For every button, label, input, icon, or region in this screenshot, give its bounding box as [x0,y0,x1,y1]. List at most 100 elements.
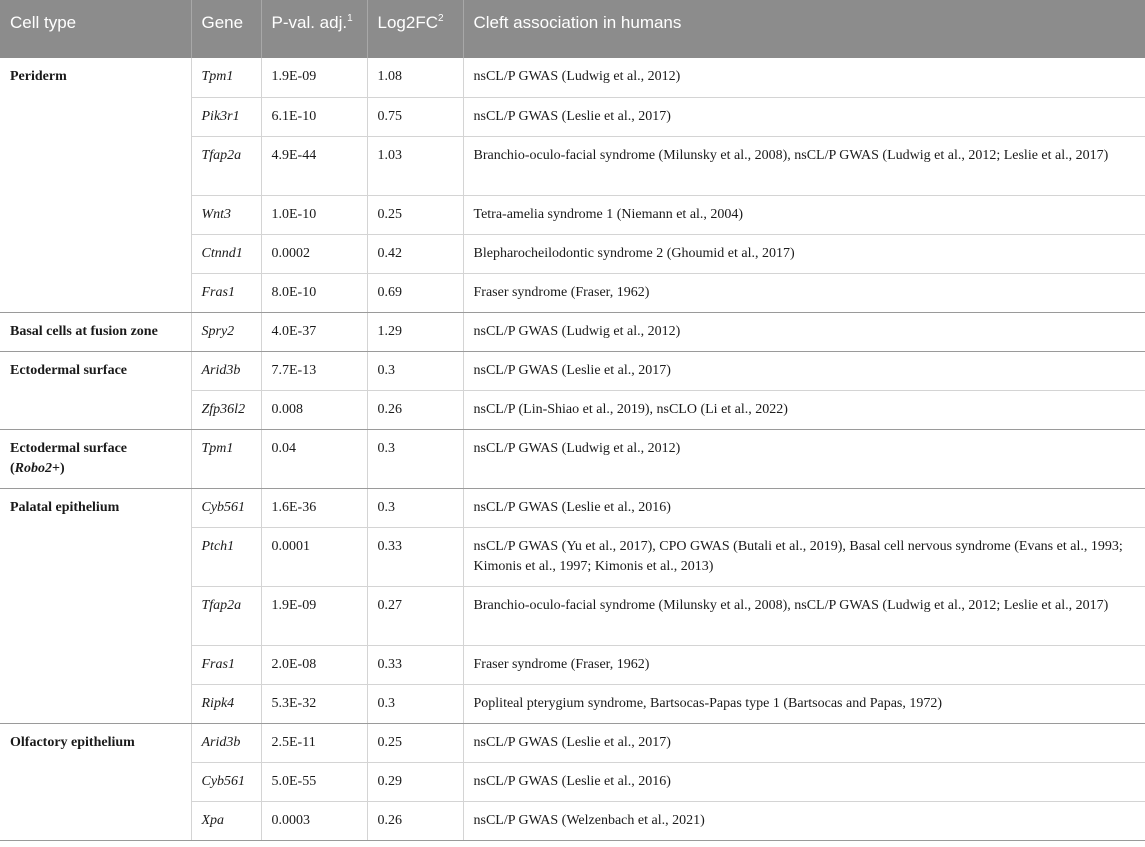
pval-cell: 0.04 [260,429,367,489]
gene-cell: Ptch1 [190,527,261,587]
cleft-cell: Blepharocheilodontic syndrome 2 (Ghoumid… [462,234,1145,274]
header-log2fc-text: Log2FC [377,13,438,32]
cleft-cell: Fraser syndrome (Fraser, 1962) [462,645,1145,685]
gene-cell: Ripk4 [190,684,261,724]
gene-cell: Spry2 [190,312,261,352]
gene-cell: Pik3r1 [190,97,261,137]
gene-cell: Tpm1 [190,58,261,98]
gene-cell: Arid3b [190,723,261,763]
gene-cell: Fras1 [190,645,261,685]
gene-cell: Arid3b [190,351,261,391]
cleft-cell: nsCL/P GWAS (Welzenbach et al., 2021) [462,801,1145,841]
header-cleft-association: Cleft association in humans [462,0,1145,58]
pval-cell: 0.008 [260,390,367,430]
log2fc-cell: 0.26 [366,801,463,841]
cell-type-line1: Ectodermal surface [10,440,128,456]
gene-cell: Cyb561 [190,488,261,528]
table-row: Ectodermal surface (Robo2+) Tpm1 0.04 0.3… [0,429,1145,489]
cell-type-paren-close: +) [52,460,65,476]
header-pval-footnote: 1 [347,13,353,24]
pval-cell: 2.0E-08 [260,645,367,685]
pval-cell: 8.0E-10 [260,273,367,313]
cleft-cell: Popliteal pterygium syndrome, Bartsocas-… [462,684,1145,724]
gene-cell: Wnt3 [190,195,261,235]
table-row: Olfactory epithelium Arid3b 2.5E-11 0.25… [0,723,1145,841]
cell-type-cell: Ectodermal surface (Robo2+) [0,429,191,489]
cleft-cell: nsCL/P GWAS (Ludwig et al., 2012) [462,312,1145,352]
table-body: Periderm Tpm1 1.9E-09 1.08 nsCL/P GWAS (… [0,58,1145,841]
header-cleft-text: Cleft association in humans [473,13,682,32]
cleft-cell: nsCL/P GWAS (Leslie et al., 2016) [462,488,1145,528]
cleft-cell: Branchio-oculo-facial syndrome (Milunsky… [462,136,1145,196]
cleft-cell: nsCL/P GWAS (Ludwig et al., 2012) [462,58,1145,98]
cell-type-cell: Periderm [0,58,191,313]
log2fc-cell: 0.33 [366,645,463,685]
log2fc-cell: 1.08 [366,58,463,98]
pval-cell: 1.9E-09 [260,58,367,98]
gene-cell: Xpa [190,801,261,841]
gene-cell: Cyb561 [190,762,261,802]
log2fc-cell: 0.25 [366,723,463,763]
log2fc-cell: 0.25 [366,195,463,235]
log2fc-cell: 0.3 [366,351,463,391]
pval-cell: 5.3E-32 [260,684,367,724]
header-log2fc-footnote: 2 [437,13,444,24]
cleft-cell: nsCL/P GWAS (Leslie et al., 2017) [462,97,1145,137]
cell-type-marker-gene: Robo2 [14,460,53,476]
cleft-cell: Branchio-oculo-facial syndrome (Milunsky… [462,586,1145,646]
table-row: Palatal epithelium Cyb561 1.6E-36 0.3 ns… [0,488,1145,724]
cleft-cell: nsCL/P (Lin-Shiao et al., 2019), nsCLO (… [462,390,1145,430]
log2fc-cell: 0.33 [366,527,463,587]
pval-cell: 0.0002 [260,234,367,274]
table-row: Basal cells at fusion zone Spry2 4.0E-37… [0,312,1145,352]
header-gene-text: Gene [201,13,244,32]
pval-cell: 7.7E-13 [260,351,367,391]
gene-cell: Fras1 [190,273,261,313]
cell-type-cell: Ectodermal surface [0,351,191,430]
log2fc-cell: 0.3 [366,429,463,489]
header-gene: Gene [190,0,261,58]
log2fc-cell: 0.3 [366,684,463,724]
cleft-cell: nsCL/P GWAS (Yu et al., 2017), CPO GWAS … [462,527,1145,587]
cleft-cell: nsCL/P GWAS (Leslie et al., 2017) [462,351,1145,391]
pval-cell: 0.0001 [260,527,367,587]
log2fc-cell: 0.75 [366,97,463,137]
cleft-cell: Tetra-amelia syndrome 1 (Niemann et al.,… [462,195,1145,235]
pval-cell: 1.6E-36 [260,488,367,528]
header-cell-type: Cell type [0,0,191,58]
header-row: Cell type Gene P-val. adj.1 Log2FC2 Clef… [0,0,1145,58]
gene-cell: Zfp36l2 [190,390,261,430]
pval-cell: 1.9E-09 [260,586,367,646]
log2fc-cell: 0.69 [366,273,463,313]
log2fc-cell: 0.27 [366,586,463,646]
pval-cell: 6.1E-10 [260,97,367,137]
cleft-cell: nsCL/P GWAS (Leslie et al., 2017) [462,723,1145,763]
table-row: Periderm Tpm1 1.9E-09 1.08 nsCL/P GWAS (… [0,58,1145,313]
log2fc-cell: 1.29 [366,312,463,352]
log2fc-cell: 0.26 [366,390,463,430]
header-pval-text: P-val. adj. [271,13,348,32]
cleft-cell: Fraser syndrome (Fraser, 1962) [462,273,1145,313]
log2fc-cell: 0.3 [366,488,463,528]
log2fc-cell: 1.03 [366,136,463,196]
pval-cell: 2.5E-11 [260,723,367,763]
cleft-cell: nsCL/P GWAS (Ludwig et al., 2012) [462,429,1145,489]
gene-cell: Tfap2a [190,586,261,646]
table-row: Ectodermal surface Arid3b 7.7E-13 0.3 ns… [0,351,1145,430]
gene-cell: Tpm1 [190,429,261,489]
pval-cell: 4.9E-44 [260,136,367,196]
gene-cell: Tfap2a [190,136,261,196]
cleft-gene-table: Cell type Gene P-val. adj.1 Log2FC2 Clef… [0,0,1145,841]
pval-cell: 5.0E-55 [260,762,367,802]
pval-cell: 0.0003 [260,801,367,841]
cell-type-cell: Palatal epithelium [0,488,191,724]
pval-cell: 4.0E-37 [260,312,367,352]
header-cell-type-text: Cell type [10,13,77,32]
cleft-cell: nsCL/P GWAS (Leslie et al., 2016) [462,762,1145,802]
gene-cell: Ctnnd1 [190,234,261,274]
cell-type-cell: Olfactory epithelium [0,723,191,841]
cell-type-cell: Basal cells at fusion zone [0,312,191,352]
log2fc-cell: 0.29 [366,762,463,802]
pval-cell: 1.0E-10 [260,195,367,235]
log2fc-cell: 0.42 [366,234,463,274]
